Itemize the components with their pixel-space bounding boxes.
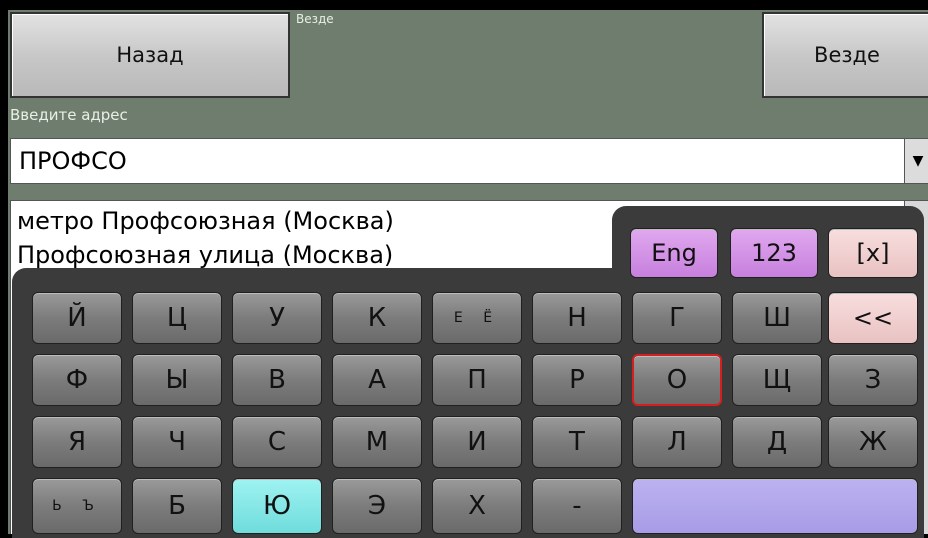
- key-Х[interactable]: Х: [432, 478, 522, 534]
- scope-context-label: Везде: [296, 12, 334, 26]
- key-space[interactable]: [632, 478, 918, 534]
- key-С[interactable]: С: [232, 416, 322, 468]
- key-Ж[interactable]: Ж: [828, 416, 918, 468]
- key-Ю[interactable]: Ю: [232, 478, 322, 534]
- key-А[interactable]: А: [332, 354, 422, 406]
- address-dropdown-button[interactable]: ▼: [904, 138, 928, 184]
- back-button[interactable]: Назад: [10, 12, 290, 98]
- address-input[interactable]: ПРОФСО: [10, 138, 906, 184]
- key-Ф[interactable]: Ф: [32, 354, 122, 406]
- key-М[interactable]: М: [332, 416, 422, 468]
- address-label: Введите адрес: [10, 106, 128, 124]
- key-Ч[interactable]: Ч: [132, 416, 222, 468]
- key-З[interactable]: З: [828, 354, 918, 406]
- key-Ц[interactable]: Ц: [132, 292, 222, 344]
- key-У[interactable]: У: [232, 292, 322, 344]
- key-Е-Ё[interactable]: Е Ё: [432, 292, 522, 344]
- key-Л[interactable]: Л: [632, 416, 722, 468]
- key-К[interactable]: К: [332, 292, 422, 344]
- key-Щ[interactable]: Щ: [732, 354, 822, 406]
- suggestion-item-1[interactable]: Профсоюзная улица (Москва): [17, 241, 393, 269]
- key-Ь-Ъ[interactable]: Ь Ъ: [32, 478, 122, 534]
- key-eng[interactable]: Eng: [630, 228, 718, 278]
- key-П[interactable]: П: [432, 354, 522, 406]
- key-Э[interactable]: Э: [332, 478, 422, 534]
- key-close[interactable]: [x]: [828, 228, 918, 278]
- key-Д[interactable]: Д: [732, 416, 822, 468]
- key-Р[interactable]: Р: [532, 354, 622, 406]
- key-123[interactable]: 123: [730, 228, 818, 278]
- key-Б[interactable]: Б: [132, 478, 222, 534]
- chevron-down-icon: ▼: [912, 153, 924, 169]
- key-Н[interactable]: Н: [532, 292, 622, 344]
- key-О[interactable]: О: [632, 354, 722, 406]
- key-dash[interactable]: -: [532, 478, 622, 534]
- suggestion-item-0[interactable]: метро Профсоюзная (Москва): [17, 207, 394, 235]
- key-Й[interactable]: Й: [32, 292, 122, 344]
- key-И[interactable]: И: [432, 416, 522, 468]
- key-Я[interactable]: Я: [32, 416, 122, 468]
- key-В[interactable]: В: [232, 354, 322, 406]
- scope-button[interactable]: Везде: [762, 12, 928, 98]
- key-backspace[interactable]: <<: [828, 292, 918, 344]
- key-Ы[interactable]: Ы: [132, 354, 222, 406]
- key-Г[interactable]: Г: [632, 292, 722, 344]
- key-Ш[interactable]: Ш: [732, 292, 822, 344]
- key-Т[interactable]: Т: [532, 416, 622, 468]
